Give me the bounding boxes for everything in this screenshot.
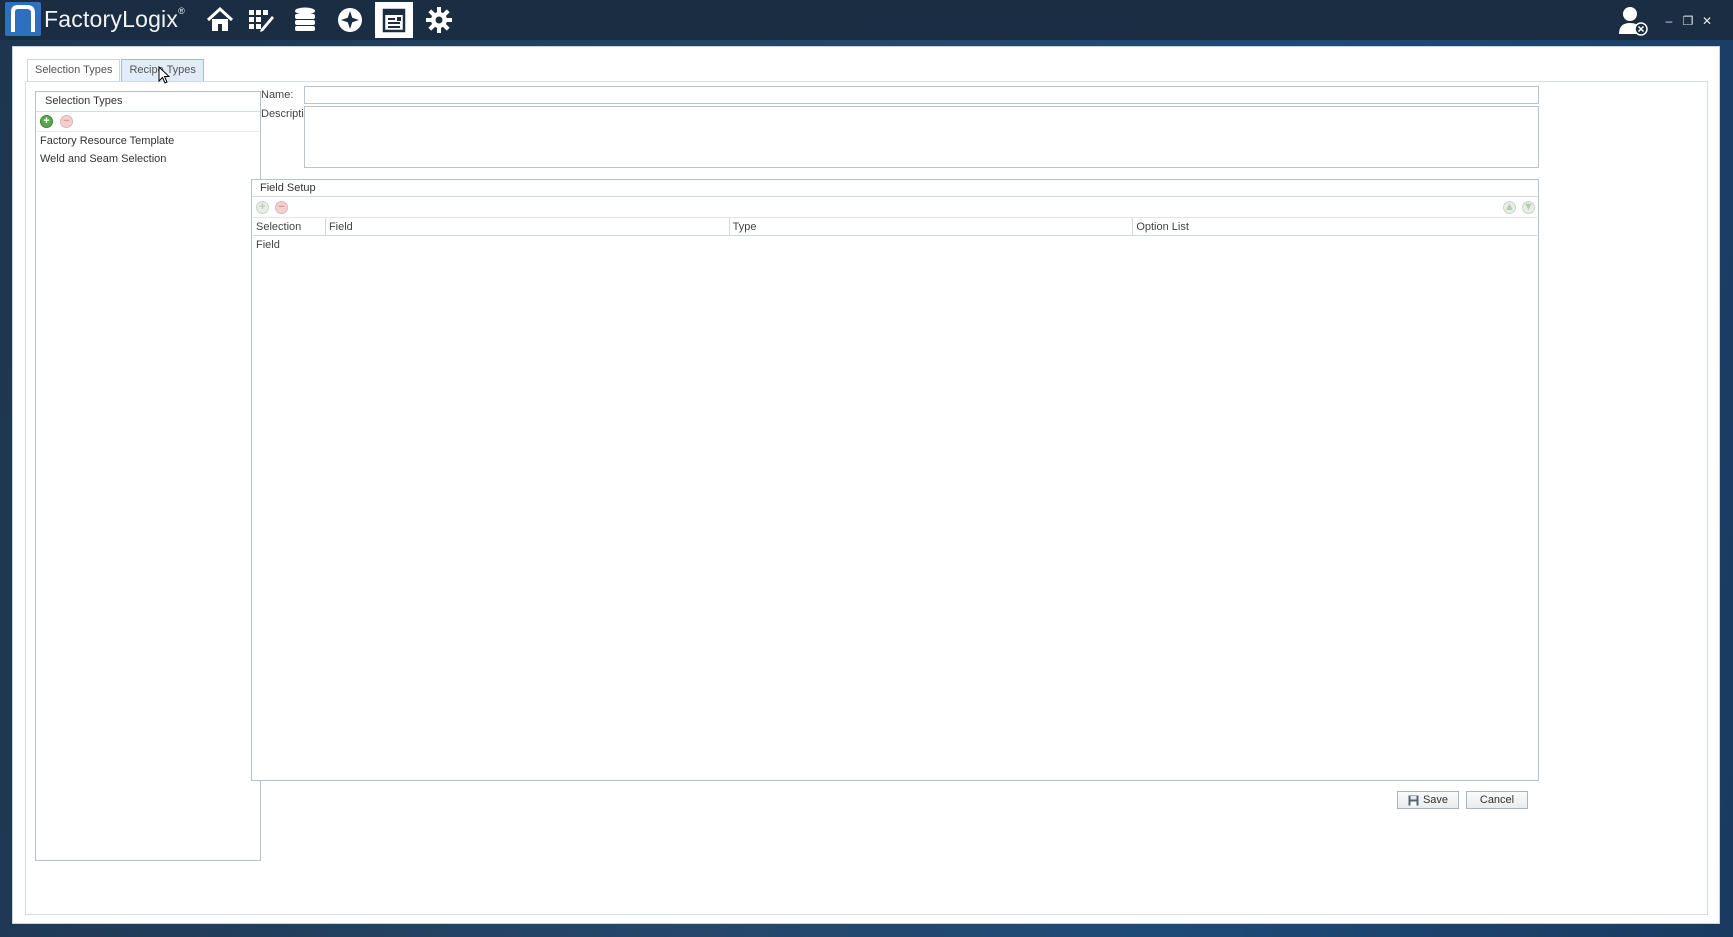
field-grid-header: Selection Field Field Type Option List — [253, 217, 1537, 251]
app-logo-text: FactoryLogix® — [44, 6, 185, 32]
database-icon[interactable] — [286, 2, 324, 38]
user-logout-icon[interactable] — [1617, 4, 1649, 36]
minimize-button[interactable]: – — [1661, 15, 1677, 27]
tab-selection-types[interactable]: Selection Types — [27, 59, 121, 81]
field-setup-header: Field Setup — [252, 180, 1538, 197]
column-header-option-list[interactable]: Option List — [1133, 218, 1537, 235]
home-icon[interactable] — [201, 2, 239, 38]
move-down-button[interactable]: ▼ — [1522, 201, 1535, 214]
selection-types-toolbar: + − — [36, 112, 260, 132]
field-grid-body — [252, 236, 1538, 776]
name-label: Name: — [261, 89, 294, 101]
tab-content: Selection Types + − Factory Resource Tem… — [25, 81, 1708, 915]
selection-types-panel: Selection Types + − Factory Resource Tem… — [35, 91, 261, 861]
floppy-disk-icon — [1408, 795, 1419, 805]
field-setup-panel: Field Setup + − ▲ ▼ Selection Field Fiel… — [251, 179, 1539, 781]
compass-icon[interactable] — [331, 2, 369, 38]
remove-field-button[interactable]: − — [275, 201, 288, 214]
main-panel: Selection Types Recipe Types Selection T… — [12, 46, 1720, 924]
selection-types-header: Selection Types — [36, 92, 260, 112]
add-field-button[interactable]: + — [256, 201, 269, 214]
list-item[interactable]: Factory Resource Template — [36, 132, 260, 150]
list-item[interactable]: Weld and Seam Selection — [36, 150, 260, 168]
save-button[interactable]: Save — [1397, 791, 1459, 809]
description-input[interactable] — [304, 106, 1539, 168]
logo-mark — [5, 2, 41, 36]
move-up-button[interactable]: ▲ — [1503, 201, 1516, 214]
grid-edit-icon[interactable] — [242, 2, 280, 38]
add-selection-type-button[interactable]: + — [40, 115, 53, 128]
cancel-button[interactable]: Cancel — [1466, 791, 1528, 809]
title-bar: FactoryLogix® – ❐ ✕ — [0, 0, 1733, 40]
gear-icon[interactable] — [420, 2, 458, 38]
restore-button[interactable]: ❐ — [1680, 15, 1696, 27]
tab-strip: Selection Types Recipe Types — [27, 59, 205, 81]
save-button-label: Save — [1422, 794, 1449, 806]
remove-selection-type-button[interactable]: − — [60, 115, 73, 128]
mouse-cursor-icon — [158, 66, 170, 84]
column-header-type[interactable]: Type — [730, 218, 1134, 235]
name-input[interactable] — [304, 86, 1539, 104]
column-header-selection-field[interactable]: Selection Field — [253, 218, 326, 251]
report-window-icon[interactable] — [375, 2, 413, 38]
column-header-field[interactable]: Field — [326, 218, 730, 235]
field-setup-toolbar: + − ▲ ▼ — [252, 197, 1538, 217]
close-button[interactable]: ✕ — [1699, 15, 1715, 27]
logo-n-icon — [11, 5, 35, 32]
